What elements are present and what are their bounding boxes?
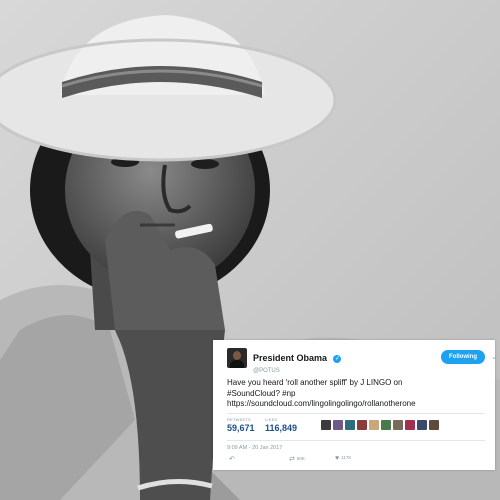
liker-avatar[interactable] [357,419,367,430]
liker-avatar[interactable] [393,419,403,430]
following-button[interactable]: Following [441,350,485,364]
retweets-stat[interactable]: RETWEETS 59,671 [227,417,255,433]
retweet-button[interactable]: ⇄ 60K [289,455,305,463]
liker-avatar[interactable] [381,419,391,430]
retweets-label: RETWEETS [227,416,251,422]
likes-label: LIKES [265,416,278,422]
user-handle[interactable]: @POTUS [253,368,341,374]
liker-avatar[interactable] [345,419,355,430]
divider [227,439,485,441]
liker-avatar[interactable] [321,419,331,430]
avatar-head [233,351,241,360]
chevron-down-icon[interactable]: ⌄ [491,353,497,361]
name-block: President Obama ✓ @POTUS [253,348,342,374]
actions-row: ↶ ⇄ 60K ♥ 117K [227,455,485,469]
liker-avatar[interactable] [429,419,439,430]
likes-stat[interactable]: LIKES 116,849 [265,417,297,433]
avatar-suit [230,360,244,368]
retweet-count: 60K [296,455,305,461]
liker-avatars [321,419,439,430]
tweet-text: Have you heard 'roll another spliff' by … [227,378,416,408]
stats-row: RETWEETS 59,671 LIKES 116,849 [227,417,485,437]
reply-icon[interactable]: ↶ [229,455,235,463]
tweet-header: President Obama ✓ @POTUS Following ⌄ [227,348,497,378]
retweets-count: 59,671 [227,422,255,433]
likes-count: 116,849 [265,422,298,433]
divider [227,412,485,414]
liker-avatar[interactable] [405,419,415,430]
retweet-icon: ⇄ [289,455,295,463]
liker-avatar[interactable] [333,419,343,430]
liker-avatar[interactable] [417,419,427,430]
tweet-timestamp[interactable]: 9:09 AM - 20 Jan 2017 [227,445,485,451]
tweet-card: President Obama ✓ @POTUS Following ⌄ Hav… [213,340,497,470]
like-button[interactable]: ♥ 117K [335,455,351,462]
display-name[interactable]: President Obama [253,353,327,363]
liker-avatar[interactable] [369,419,379,430]
verified-badge-icon: ✓ [333,355,342,363]
like-count: 117K [341,454,352,460]
heart-icon: ♥ [335,454,340,462]
avatar[interactable] [227,348,247,368]
